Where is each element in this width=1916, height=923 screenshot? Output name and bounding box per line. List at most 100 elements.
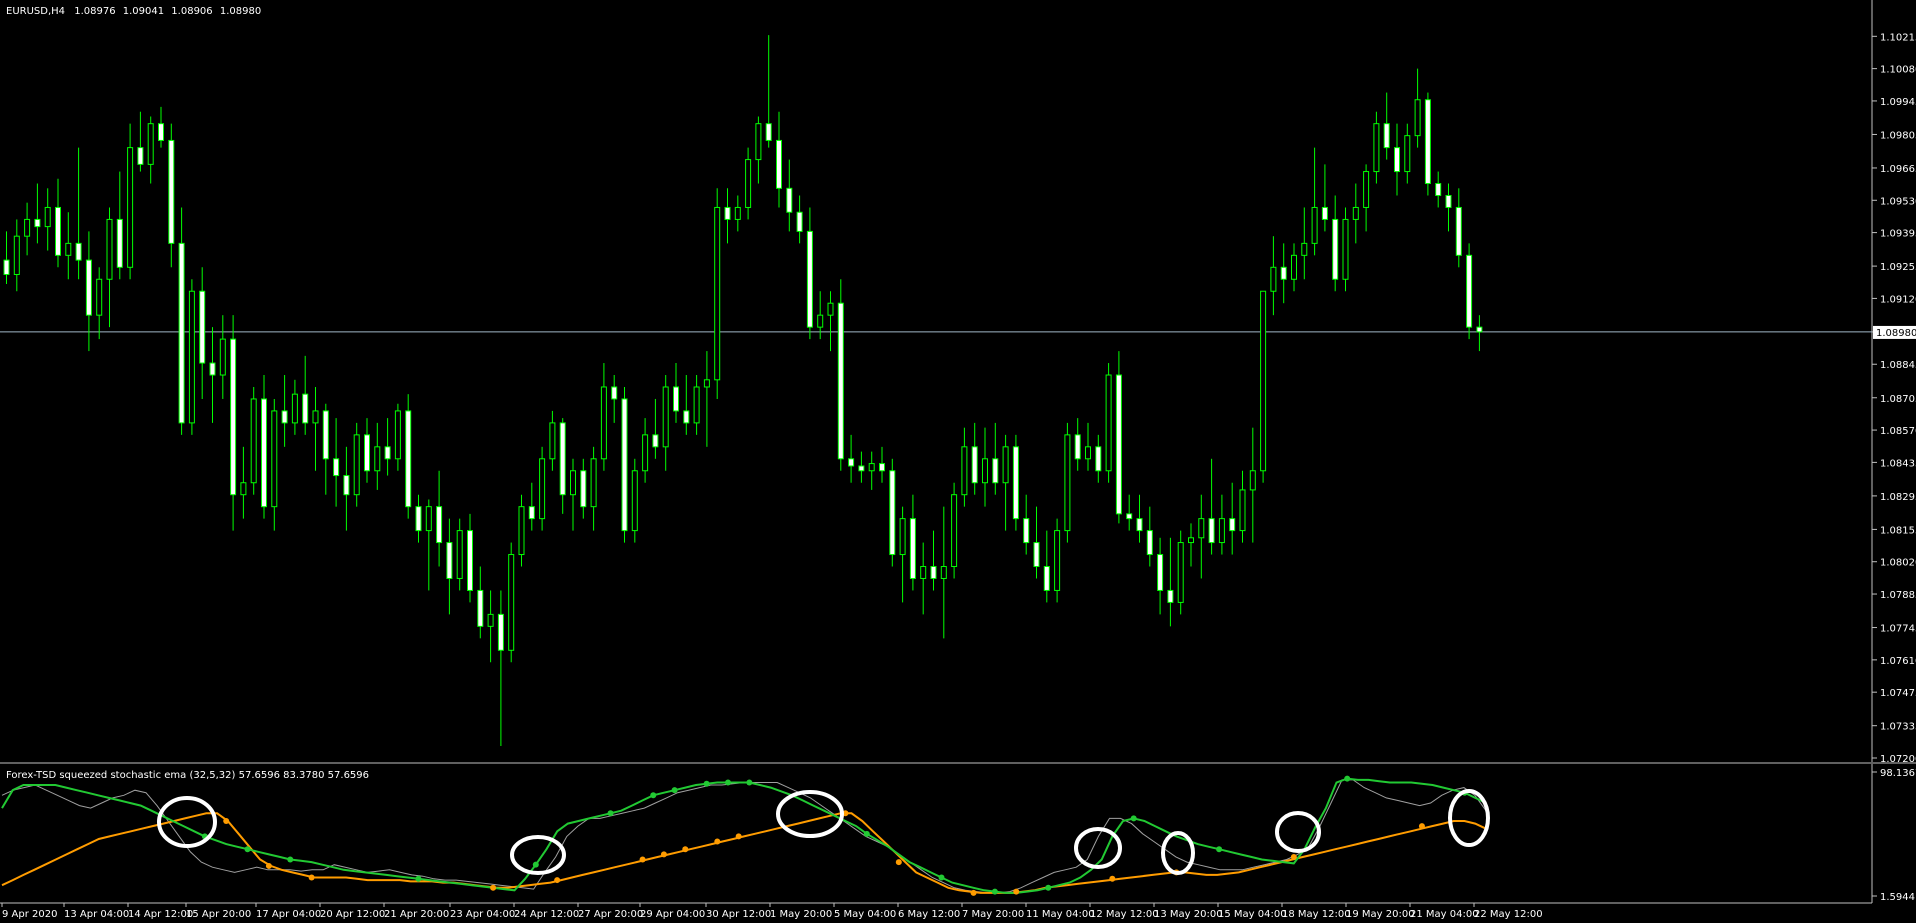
candle [703, 351, 710, 447]
candle [1198, 494, 1205, 579]
candle [250, 386, 257, 495]
candle [322, 403, 329, 495]
time-tick-label: 19 May 20:00 [1346, 909, 1415, 920]
price-tick-label: 1.09255 [1880, 262, 1916, 273]
time-tick-label: 30 Apr 12:00 [706, 909, 771, 920]
candle [1239, 470, 1246, 543]
candle [1033, 506, 1040, 579]
signal-dot [490, 884, 497, 891]
candle [24, 202, 31, 256]
price-tick-label: 1.07885 [1880, 590, 1916, 601]
candle [662, 375, 669, 471]
candle [1136, 494, 1143, 543]
price-tick-label: 1.09120 [1880, 294, 1916, 305]
time-tick-label: 9 Apr 2020 [2, 909, 57, 920]
candle [631, 458, 638, 543]
candle [590, 446, 597, 531]
candle [1074, 418, 1081, 471]
candle [992, 422, 999, 495]
signal-dot [724, 779, 731, 786]
signal-dot [607, 810, 614, 817]
highlight-circle [1161, 831, 1195, 875]
chart-canvas[interactable]: 1.10215 1.10080 1.09945 1.09805 1.09665 1.095… [0, 0, 1916, 923]
candle [580, 458, 587, 519]
candle [1342, 207, 1349, 292]
candle [467, 513, 473, 603]
price-tick-label: 1.08155 [1880, 525, 1916, 536]
candle [559, 418, 566, 514]
highlight-circle [1448, 789, 1490, 847]
slow-line [1, 812, 1487, 894]
price-tick-label: 1.09805 [1880, 130, 1916, 141]
price-tick-label: 1.07745 [1880, 624, 1916, 635]
candle [600, 363, 607, 471]
indicator-tick-label: 1.5944 [1880, 892, 1915, 903]
candle [889, 458, 896, 567]
candle [940, 506, 947, 639]
candle [868, 451, 875, 490]
signal-dot [1418, 823, 1425, 830]
candle [765, 35, 772, 148]
time-tick-label: 27 Apr 20:00 [578, 909, 643, 920]
candle [1466, 243, 1473, 340]
candle [1126, 494, 1133, 531]
candle [1054, 518, 1061, 603]
candle [745, 147, 752, 220]
candle [776, 111, 782, 208]
candle [1455, 188, 1462, 268]
candle [549, 410, 556, 471]
candle [497, 590, 504, 747]
candle [570, 458, 576, 531]
candle [1280, 243, 1287, 304]
current-price-tag: 1.08980 [1873, 325, 1916, 339]
candle [353, 422, 360, 507]
price-tick-label: 1.09530 [1880, 196, 1916, 207]
symbol-label: EURUSD,H4 [6, 6, 65, 17]
candle [384, 418, 391, 476]
candle [971, 422, 978, 495]
time-tick-label: 24 Apr 12:00 [514, 909, 579, 920]
price-tick-label: 1.09665 [1880, 164, 1916, 175]
indicator-scale: 98.1367 1.5944 [1872, 768, 1916, 903]
price-tick-label: 1.09945 [1880, 97, 1916, 108]
candle [209, 327, 216, 423]
candlestick-series [3, 35, 1483, 747]
candle [1146, 506, 1153, 567]
price-tick-label: 1.08845 [1880, 360, 1916, 371]
candle [415, 494, 422, 543]
candle [343, 446, 350, 531]
candle [1012, 434, 1019, 531]
candle [116, 171, 123, 280]
candle [3, 231, 10, 285]
candle [1260, 290, 1267, 483]
candle [1352, 183, 1359, 244]
signal-dot [746, 779, 753, 786]
candle [1167, 537, 1174, 627]
time-tick-label: 11 May 04:00 [1026, 909, 1095, 920]
candle [240, 446, 247, 519]
candle [1363, 164, 1370, 232]
candle [1414, 68, 1421, 148]
signal-dot [1290, 853, 1297, 860]
time-tick-label: 12 May 12:00 [1090, 909, 1159, 920]
time-tick-label: 23 Apr 04:00 [450, 909, 515, 920]
chart-window: 1.10215 1.10080 1.09945 1.09805 1.09665 1.095… [0, 0, 1916, 923]
signal-dot [650, 792, 657, 799]
price-scale: 1.10215 1.10080 1.09945 1.09805 1.09665 1.095… [1872, 32, 1916, 765]
candle [168, 123, 175, 268]
candle [127, 123, 134, 280]
price-pane[interactable]: 1.10215 1.10080 1.09945 1.09805 1.09665 1.095… [0, 0, 1916, 765]
candle [65, 212, 72, 280]
candle [827, 291, 834, 352]
signal-dot [938, 874, 945, 881]
time-tick-label: 5 May 04:00 [834, 909, 896, 920]
candle [1208, 458, 1215, 555]
candle [673, 363, 679, 423]
close-value: 1.08980 [220, 6, 261, 17]
signal-dot [265, 862, 272, 869]
candle [714, 188, 721, 399]
candle [858, 451, 865, 483]
signal-dot [1130, 815, 1137, 822]
candle [405, 394, 412, 519]
indicator-pane[interactable]: 98.1367 1.5944 Forex-TSD squeezed stochas… [1, 764, 1916, 903]
